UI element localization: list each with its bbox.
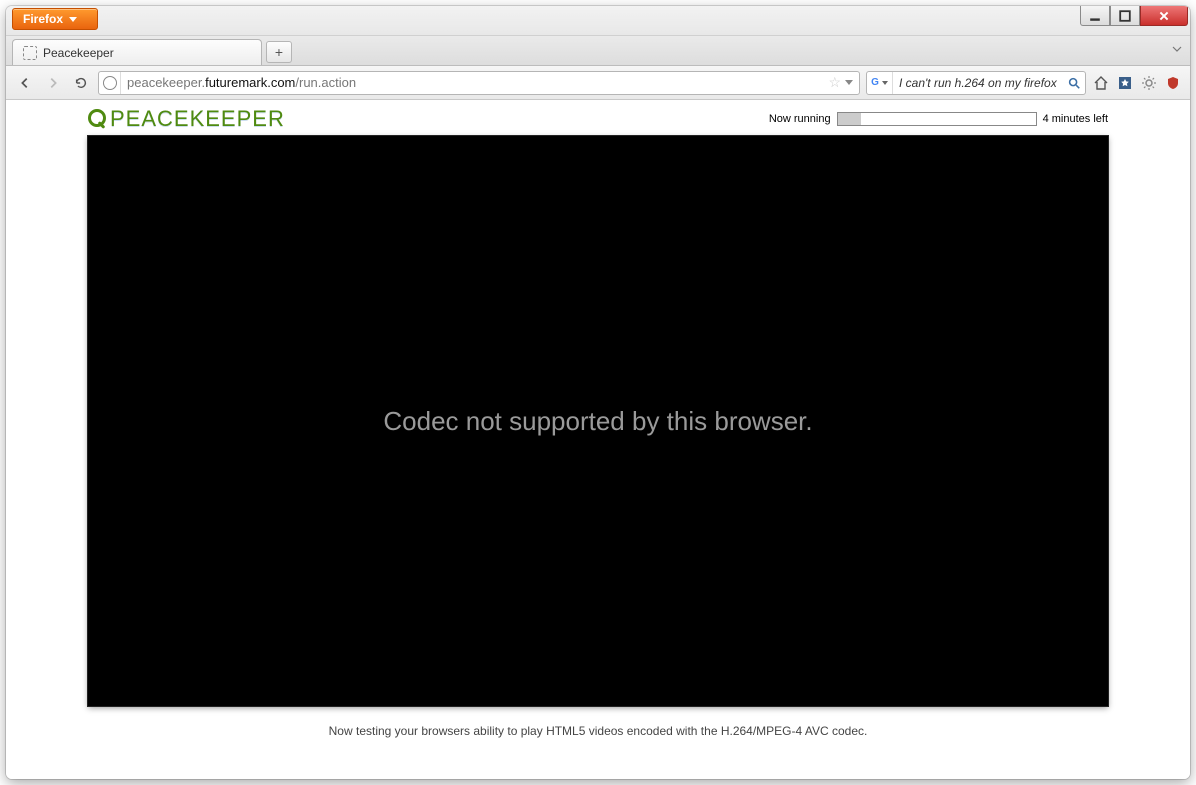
home-icon — [1093, 75, 1109, 91]
globe-icon — [103, 76, 117, 90]
search-bar[interactable]: G — [866, 71, 1086, 95]
url-path: /run.action — [295, 75, 356, 90]
video-test-area: Codec not supported by this browser. — [88, 136, 1108, 706]
page-header: PEACEKEEPER Now running 4 minutes left — [88, 104, 1108, 136]
home-button[interactable] — [1092, 74, 1110, 92]
maximize-icon — [1119, 10, 1131, 22]
chevron-down-icon — [882, 81, 888, 85]
close-icon — [1158, 10, 1170, 22]
new-tab-button[interactable]: + — [266, 41, 292, 63]
minimize-button[interactable] — [1080, 6, 1110, 26]
search-engine-picker[interactable]: G — [867, 72, 893, 94]
shield-icon — [1165, 75, 1181, 91]
logo-text: PEACEKEEPER — [110, 106, 285, 132]
maximize-button[interactable] — [1110, 6, 1140, 26]
firefox-menu-label: Firefox — [23, 12, 63, 26]
test-caption: Now testing your browsers ability to pla… — [88, 724, 1108, 738]
chevron-down-icon — [69, 17, 77, 22]
search-icon — [1067, 76, 1081, 90]
window-controls — [1080, 6, 1188, 26]
minimize-icon — [1089, 10, 1101, 22]
forward-button[interactable] — [42, 72, 64, 94]
url-prefix: peacekeeper. — [127, 75, 205, 90]
content-viewport[interactable]: PEACEKEEPER Now running 4 minutes left C… — [6, 100, 1190, 779]
status-time: 4 minutes left — [1043, 113, 1108, 125]
progress-bar — [837, 112, 1037, 126]
reload-icon — [74, 76, 88, 90]
bookmark-icon — [1117, 75, 1133, 91]
codec-error-message: Codec not supported by this browser. — [383, 406, 812, 437]
page-body: PEACEKEEPER Now running 4 minutes left C… — [88, 100, 1108, 758]
back-button[interactable] — [14, 72, 36, 94]
tab-active[interactable]: Peacekeeper — [12, 39, 262, 65]
tab-strip: Peacekeeper + — [6, 36, 1190, 66]
tab-title: Peacekeeper — [43, 46, 114, 60]
browser-window: Firefox Peacekeeper + — [6, 6, 1190, 779]
site-identity-button[interactable] — [99, 72, 121, 94]
search-input[interactable] — [893, 76, 1063, 90]
arrow-left-icon — [18, 76, 32, 90]
url-input[interactable]: peacekeeper.futuremark.com/run.action — [121, 75, 822, 90]
chevron-down-icon[interactable] — [845, 80, 853, 85]
chevron-down-icon — [1172, 44, 1182, 54]
reload-button[interactable] — [70, 72, 92, 94]
plus-icon: + — [275, 44, 283, 60]
tabs-overflow-button[interactable] — [1172, 41, 1182, 59]
close-button[interactable] — [1140, 6, 1188, 26]
peacekeeper-logo: PEACEKEEPER — [88, 106, 285, 132]
search-go-button[interactable] — [1063, 72, 1085, 94]
status-label: Now running — [769, 113, 831, 125]
firefox-menu-button[interactable]: Firefox — [12, 8, 98, 30]
gear-icon — [1141, 75, 1157, 91]
arrow-right-icon — [46, 76, 60, 90]
url-actions: ☆ — [822, 74, 859, 91]
google-icon: G — [871, 77, 879, 88]
addon-button-1[interactable] — [1140, 74, 1158, 92]
addon-button-2[interactable] — [1164, 74, 1182, 92]
nav-toolbar: peacekeeper.futuremark.com/run.action ☆ … — [6, 66, 1190, 100]
magnifier-icon — [88, 109, 108, 129]
bookmark-star-button[interactable]: ☆ — [828, 74, 841, 91]
url-bar[interactable]: peacekeeper.futuremark.com/run.action ☆ — [98, 71, 860, 95]
favicon-placeholder-icon — [23, 46, 37, 60]
toolbar-addon-icons — [1092, 74, 1182, 92]
run-status: Now running 4 minutes left — [769, 112, 1108, 126]
progress-fill — [838, 113, 862, 125]
url-domain: futuremark.com — [205, 75, 295, 90]
title-bar: Firefox — [6, 6, 1190, 36]
bookmarks-menu-button[interactable] — [1116, 74, 1134, 92]
